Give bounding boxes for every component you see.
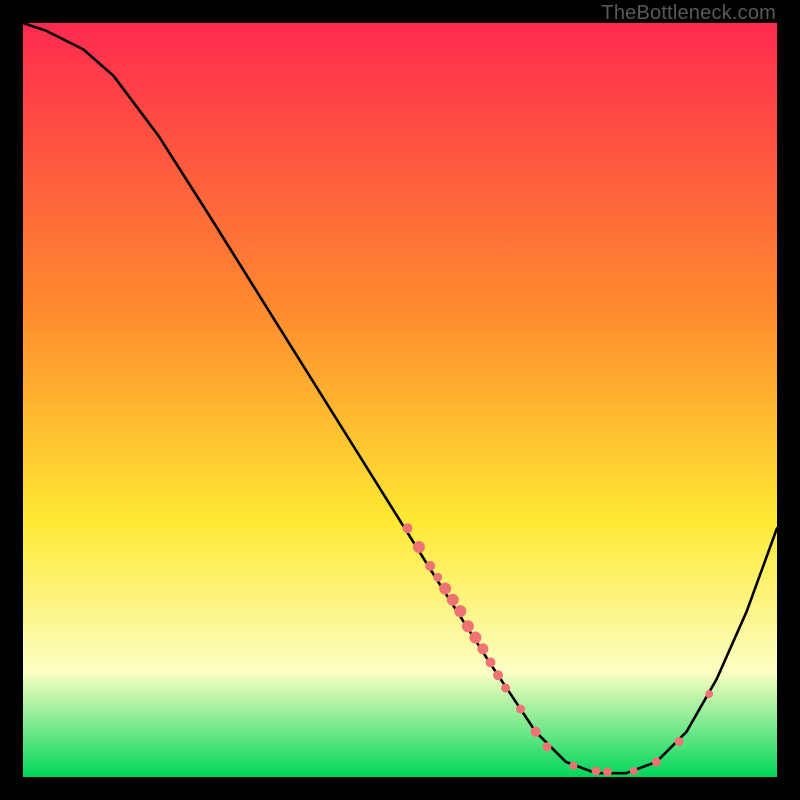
data-point <box>675 737 684 746</box>
data-point <box>501 684 510 693</box>
watermark-text: TheBottleneck.com <box>601 2 776 25</box>
data-point <box>569 762 577 770</box>
data-point <box>531 727 541 737</box>
bottleneck-chart <box>23 23 777 777</box>
data-point <box>447 594 459 606</box>
data-point <box>433 573 442 582</box>
data-point <box>516 705 525 714</box>
data-point <box>486 657 496 667</box>
data-point <box>462 620 474 632</box>
data-point <box>477 643 488 654</box>
data-point <box>469 632 481 644</box>
data-point <box>413 541 425 553</box>
data-point <box>543 742 552 751</box>
data-point <box>425 561 435 571</box>
data-point <box>403 523 413 533</box>
data-point <box>454 605 466 617</box>
data-point <box>705 690 713 698</box>
chart-container: { "watermark": "TheBottleneck.com", "col… <box>0 0 800 800</box>
data-point <box>652 757 661 766</box>
data-point <box>630 767 638 775</box>
gradient-background <box>23 23 777 777</box>
data-point <box>603 767 612 776</box>
data-point <box>592 767 601 776</box>
data-point <box>439 583 451 595</box>
data-point <box>493 670 503 680</box>
